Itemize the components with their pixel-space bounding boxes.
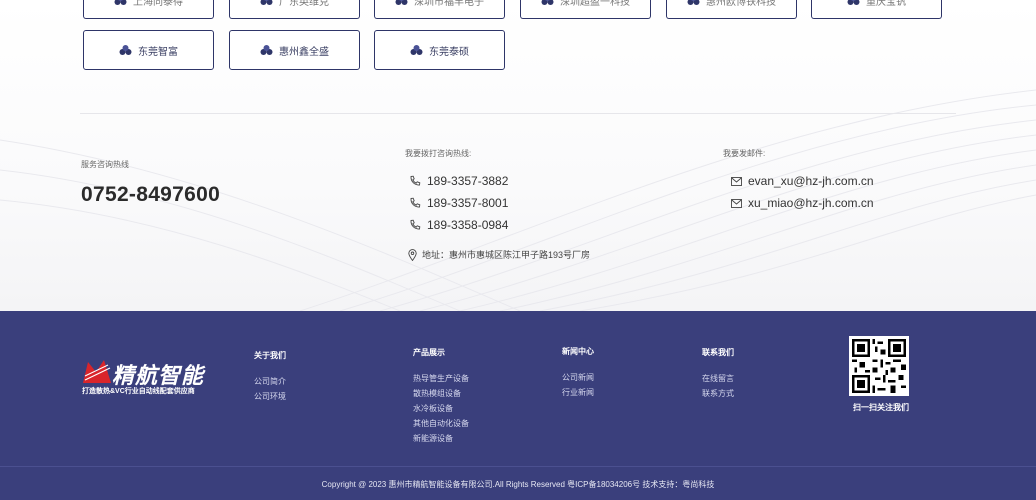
partner-logo-icon	[541, 0, 554, 6]
partner-name: 上海同泰得	[133, 0, 183, 8]
footer-link[interactable]: 公司简介	[254, 376, 286, 387]
email-label: 我要发邮件:	[723, 149, 766, 158]
partner-logo-icon	[260, 44, 273, 56]
partner-button[interactable]: 东莞泰硕	[374, 30, 505, 70]
phone-number: 189-3357-3882	[427, 174, 509, 188]
partner-button[interactable]: 深圳超盈一科技	[520, 0, 651, 19]
phone-link[interactable]: 189-3357-3882	[409, 174, 508, 188]
partner-name: 惠州鑫全盛	[279, 46, 329, 58]
section-divider	[80, 113, 956, 114]
footer-heading-products[interactable]: 产品展示	[413, 347, 445, 358]
phone-icon	[410, 219, 421, 230]
qr-code-icon	[852, 339, 906, 393]
email-address: xu_miao@hz-jh.com.cn	[748, 196, 874, 210]
footer-link[interactable]: 散热模组设备	[413, 388, 461, 399]
partner-logo-icon	[119, 44, 132, 56]
partner-logo-icon	[395, 0, 408, 6]
phone-link[interactable]: 189-3357-8001	[409, 196, 508, 210]
footer-link[interactable]: 热导管生产设备	[413, 373, 469, 384]
footer-link[interactable]: 公司环境	[254, 391, 286, 402]
logo-mark-icon	[83, 360, 111, 383]
hotline-number: 0752-8497600	[81, 183, 221, 206]
logo-slogan: 打造散热&VC行业自动线配套供应商	[82, 388, 195, 395]
footer-link[interactable]: 行业新闻	[562, 387, 594, 398]
address-text: 地址：惠州市惠城区陈江甲子路193号厂房	[422, 250, 591, 260]
partner-button[interactable]: 上海同泰得	[83, 0, 214, 19]
partner-logo-icon	[114, 0, 127, 6]
contact-section: 上海同泰得 广东英维克 深圳市福丰电子 深圳超盈一科技 惠州欧博铁科技 重庆宝钒…	[0, 0, 1036, 311]
copyright-text: Copyright @ 2023 惠州市精航智能设备有限公司.All Right…	[321, 480, 715, 489]
partner-name: 东莞智富	[138, 46, 178, 58]
partner-button[interactable]: 深圳市福丰电子	[374, 0, 505, 19]
partner-button[interactable]: 重庆宝钒	[811, 0, 942, 19]
partner-name: 深圳超盈一科技	[560, 0, 630, 8]
phone-number: 189-3357-8001	[427, 196, 509, 210]
hotline-label: 服务咨询热线	[81, 160, 129, 169]
phone-icon	[410, 175, 421, 186]
qr-code	[849, 336, 909, 396]
footer-heading-about[interactable]: 关于我们	[254, 350, 286, 361]
partner-logo-icon	[410, 44, 423, 56]
footer-heading-contact[interactable]: 联系我们	[702, 347, 734, 358]
email-link[interactable]: xu_miao@hz-jh.com.cn	[731, 196, 874, 210]
footer-link[interactable]: 新能源设备	[413, 433, 453, 444]
partner-name: 惠州欧博铁科技	[706, 0, 776, 8]
footer-heading-news[interactable]: 新闻中心	[562, 346, 594, 357]
footer-link[interactable]: 在线留言	[702, 373, 734, 384]
site-footer: 精航智能 打造散热&VC行业自动线配套供应商 关于我们 公司简介 公司环境 产品…	[0, 311, 1036, 500]
footer-link[interactable]: 联系方式	[702, 388, 734, 399]
partner-logo-icon	[687, 0, 700, 6]
qr-caption: 扫一扫关注我们	[853, 403, 909, 412]
phone-link[interactable]: 189-3358-0984	[409, 218, 508, 232]
email-address: evan_xu@hz-jh.com.cn	[748, 174, 874, 188]
mail-icon	[731, 176, 742, 186]
partner-button[interactable]: 广东英维克	[229, 0, 360, 19]
company-logo[interactable]: 精航智能 打造散热&VC行业自动线配套供应商	[82, 358, 212, 398]
partner-name: 东莞泰硕	[429, 46, 469, 58]
footer-link[interactable]: 其他自动化设备	[413, 418, 469, 429]
phone-number: 189-3358-0984	[427, 218, 509, 232]
footer-link[interactable]: 水冷板设备	[413, 403, 453, 414]
phone-icon	[410, 197, 421, 208]
partner-name: 广东英维克	[279, 0, 329, 8]
partner-name: 深圳市福丰电子	[414, 0, 484, 8]
address: 地址：惠州市惠城区陈江甲子路193号厂房	[408, 248, 590, 261]
partner-logo-icon	[847, 0, 860, 6]
location-pin-icon	[408, 248, 417, 261]
partner-button[interactable]: 东莞智富	[83, 30, 214, 70]
partner-name: 重庆宝钒	[866, 0, 906, 8]
partner-logo-icon	[260, 0, 273, 6]
footer-divider	[0, 466, 1036, 467]
footer-link[interactable]: 公司新闻	[562, 372, 594, 383]
email-link[interactable]: evan_xu@hz-jh.com.cn	[731, 174, 874, 188]
partner-button[interactable]: 惠州欧博铁科技	[666, 0, 797, 19]
partner-button[interactable]: 惠州鑫全盛	[229, 30, 360, 70]
phone-label: 我要拨打咨询热线:	[405, 149, 472, 158]
mail-icon	[731, 198, 742, 208]
